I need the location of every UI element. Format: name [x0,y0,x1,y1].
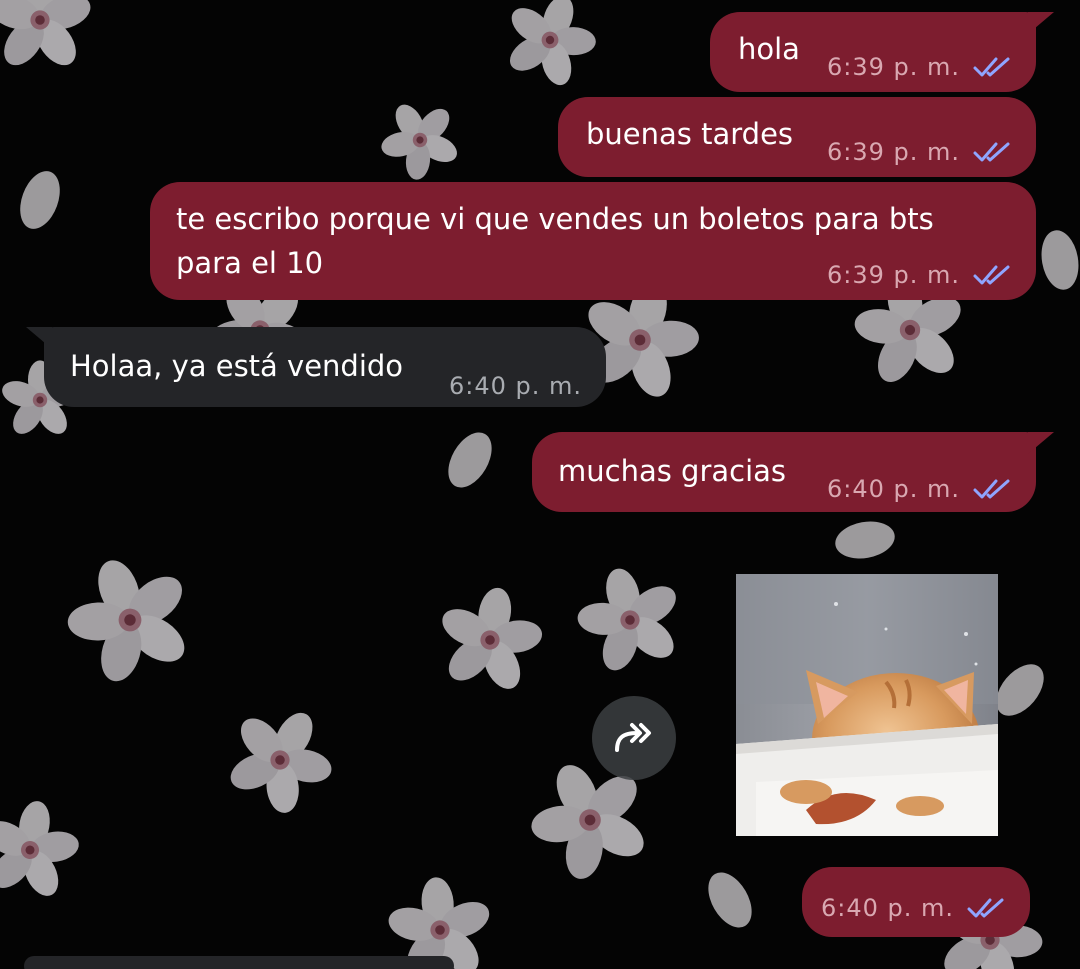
message-meta: 6:40 p. m. [449,367,582,405]
message-bubble-outgoing[interactable]: buenas tardes 6:39 p. m. [558,97,1036,177]
double-check-icon [973,265,1010,285]
message-bubble-outgoing[interactable]: muchas gracias 6:40 p. m. [532,432,1054,512]
message-meta: 6:39 p. m. [827,256,1014,294]
message-meta: 6:40 p. m. [827,470,1014,508]
message-time: 6:39 p. m. [826,138,960,166]
message-time: 6:39 p. m. [826,261,960,289]
message-bubble-outgoing[interactable]: hola 6:39 p. m. [710,12,1054,92]
message-text: muchas gracias [558,454,787,488]
chat-view[interactable]: hola 6:39 p. m. buenas tardes 6:39 p. m.… [0,0,1080,969]
message-text: hola [738,32,800,66]
message-meta: 6:39 p. m. [827,48,1014,86]
double-check-icon [973,479,1010,499]
forward-icon [615,723,651,752]
message-bubble-incoming-partial[interactable] [24,956,454,969]
message-text-line: para el 10 [176,246,324,280]
sad-kitten-sticker[interactable] [736,574,998,836]
message-meta: 6:40 p. m. [821,889,1008,927]
message-text-line: te escribo porque vi que vendes un bolet… [176,202,934,236]
double-check-icon [967,898,1004,918]
message-bubble-incoming[interactable]: Holaa, ya está vendido 6:40 p. m. [26,327,606,407]
message-time: 6:40 p. m. [820,894,954,922]
sticker-image [736,574,998,836]
message-text: Holaa, ya está vendido [70,349,404,383]
message-meta: 6:39 p. m. [827,133,1014,171]
message-time: 6:40 p. m. [448,372,582,400]
double-check-icon [973,142,1010,162]
message-time: 6:40 p. m. [826,475,960,503]
message-bubble-outgoing[interactable]: 6:40 p. m. [802,867,1030,937]
forward-button[interactable] [592,696,676,780]
message-text: buenas tardes [586,117,794,151]
message-bubble-outgoing[interactable]: te escribo porque vi que vendes un bolet… [150,182,1036,300]
double-check-icon [973,57,1010,77]
message-time: 6:39 p. m. [826,53,960,81]
